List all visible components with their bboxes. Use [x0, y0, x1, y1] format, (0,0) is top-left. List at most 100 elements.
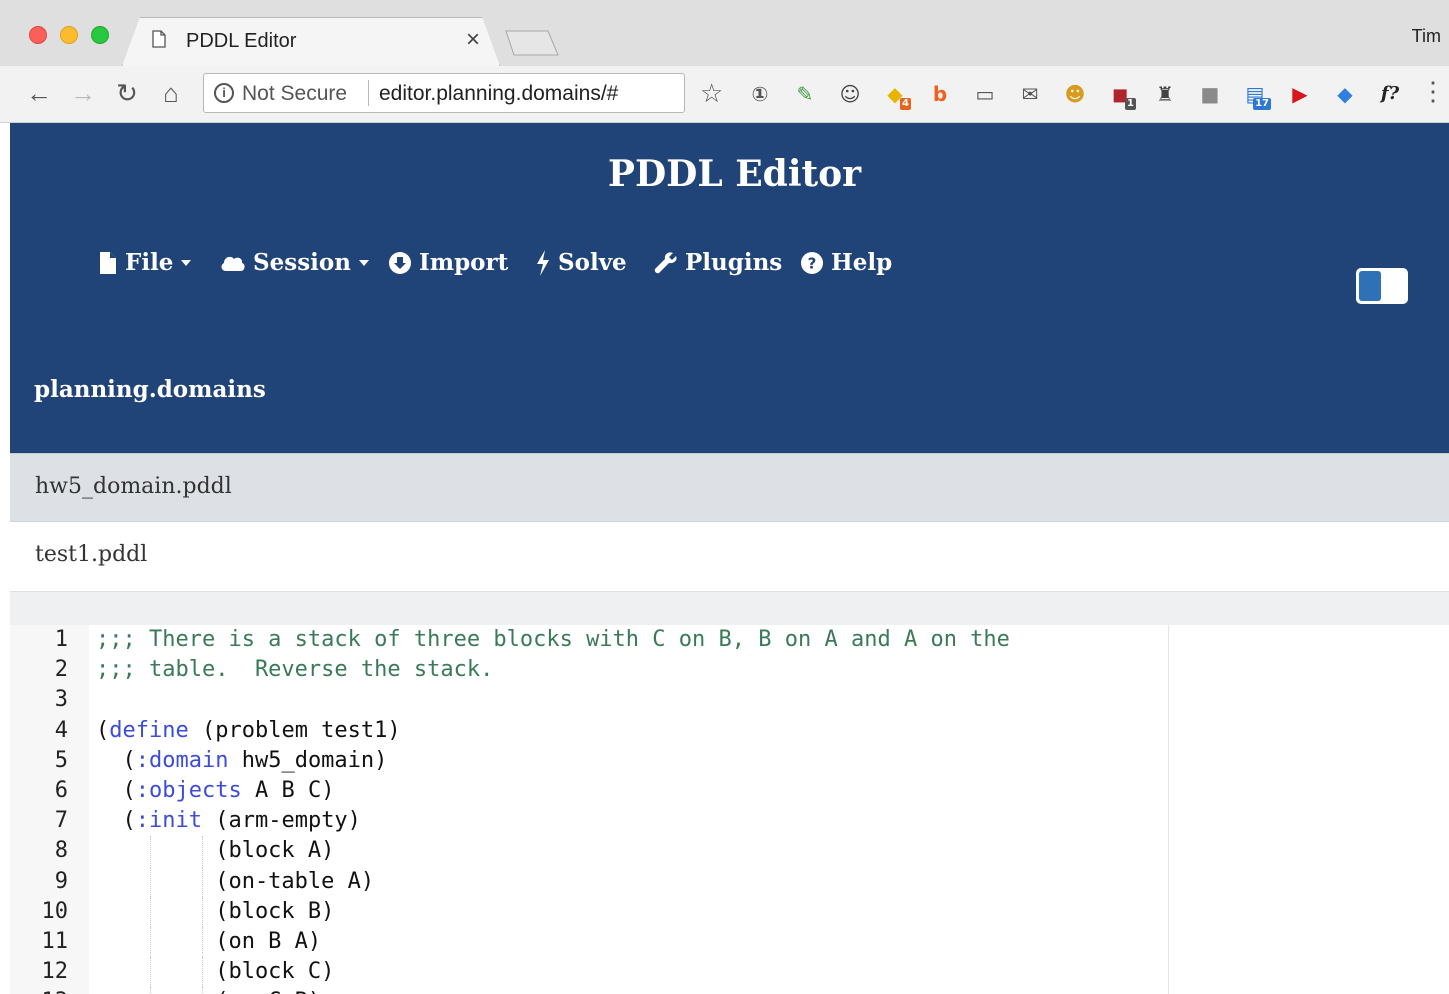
- import-icon: [389, 251, 411, 274]
- code-line: 9 (on-table A): [10, 866, 1160, 897]
- code-text: (block A): [96, 838, 335, 864]
- code-text: (block C): [96, 959, 335, 985]
- browser-tab-bar: PDDL Editor × Tim: [0, 0, 1449, 66]
- bookmark-star-icon[interactable]: ☆: [700, 78, 723, 109]
- close-window-button[interactable]: [29, 26, 47, 44]
- play-ext-icon[interactable]: ▶: [1288, 82, 1312, 106]
- code-text: (:domain hw5_domain): [96, 747, 388, 773]
- code-editor[interactable]: 1 ;;; There is a stack of three blocks wi…: [10, 625, 1449, 994]
- code-line: 3: [10, 685, 1160, 715]
- shield-ext-icon[interactable]: ◼ 1: [1108, 82, 1136, 110]
- evernote-icon[interactable]: ✎: [793, 82, 817, 106]
- menu-import-label: Import: [419, 249, 509, 276]
- menu-help-label: Help: [831, 249, 893, 276]
- omnibox-divider: [368, 80, 369, 106]
- code-text: (:init (arm-empty): [96, 808, 361, 834]
- browser-menu-icon[interactable]: ⋮: [1420, 76, 1446, 107]
- code-line: 6 (:objects A B C): [10, 776, 1160, 806]
- brand-link[interactable]: planning.domains: [34, 376, 266, 403]
- menu-file[interactable]: File: [98, 249, 192, 276]
- mail-icon[interactable]: ✉: [1018, 82, 1042, 106]
- line-number: 5: [54, 747, 68, 773]
- code-line: 8 (block A): [10, 836, 1160, 867]
- line-number: 6: [54, 778, 68, 803]
- menu-plugins-label: Plugins: [685, 249, 783, 276]
- bitly-icon[interactable]: b: [928, 82, 952, 106]
- calendar-ext-icon[interactable]: ▤ 17: [1243, 82, 1271, 110]
- line-number: 9: [54, 868, 68, 894]
- line-number: 11: [41, 929, 69, 954]
- back-arrow-icon[interactable]: ←: [24, 78, 54, 108]
- file-tab-hw5-domain[interactable]: hw5_domain.pddl: [10, 453, 1449, 522]
- tab-close-icon[interactable]: ×: [466, 26, 480, 54]
- indent-guide: [202, 957, 203, 988]
- new-tab-button[interactable]: [504, 30, 560, 56]
- home-icon[interactable]: ⌂: [156, 78, 186, 108]
- square-ext-icon[interactable]: ■: [1198, 82, 1222, 106]
- function-ext-icon[interactable]: f?: [1378, 82, 1402, 106]
- profile-name[interactable]: Tim: [1412, 26, 1441, 47]
- code-line: 13 (on C B): [10, 987, 1160, 994]
- cast-icon[interactable]: ▭: [973, 82, 997, 106]
- keep-icon[interactable]: ◆ 4: [883, 82, 911, 110]
- line-number: 2: [54, 657, 68, 683]
- print-margin: [1168, 625, 1169, 994]
- code-text: (:objects A B C): [96, 778, 335, 803]
- code-text: ;;; table. Reverse the stack.: [96, 657, 494, 683]
- menu-help[interactable]: ? Help: [800, 249, 892, 276]
- extension-badge: 4: [900, 98, 911, 110]
- indent-guide: [202, 866, 203, 897]
- graduation-ext-icon[interactable]: ◆: [1333, 82, 1357, 106]
- indent-guide: [150, 896, 151, 927]
- code-line: 7 (:init (arm-empty): [10, 806, 1160, 836]
- menu-file-label: File: [125, 249, 174, 276]
- menu-import[interactable]: Import: [388, 249, 508, 276]
- line-number: 7: [54, 808, 68, 834]
- dropdown-caret-icon: [358, 259, 369, 266]
- keyword-token: define: [109, 717, 189, 743]
- wrench-icon: [654, 251, 677, 273]
- address-bar[interactable]: i Not Secure editor.planning.domains/#: [203, 73, 685, 113]
- toggle-knob: [1359, 271, 1381, 301]
- face-icon[interactable]: ☻: [1063, 82, 1087, 106]
- menu-session[interactable]: Session: [220, 249, 369, 276]
- indent-guide: [202, 927, 203, 957]
- line-number: 3: [54, 687, 68, 713]
- indent-guide: [202, 987, 203, 994]
- reload-icon[interactable]: ↻: [112, 78, 142, 108]
- security-label[interactable]: Not Secure: [242, 82, 347, 106]
- code-line: 5 (:domain hw5_domain): [10, 746, 1160, 776]
- minimize-window-button[interactable]: [60, 26, 78, 44]
- code-line: 1 ;;; There is a stack of three blocks wi…: [10, 625, 1160, 655]
- forward-arrow-icon[interactable]: →: [68, 78, 98, 108]
- question-icon: ?: [801, 251, 823, 274]
- extension-badge: 1: [1125, 98, 1136, 110]
- browser-toolbar: ← → ↻ ⌂ i Not Secure editor.planning.dom…: [0, 66, 1449, 123]
- menu-plugins[interactable]: Plugins: [654, 249, 782, 276]
- bear-icon[interactable]: ☺: [838, 82, 862, 106]
- zoom-window-button[interactable]: [91, 26, 109, 44]
- code-text: (on B A): [96, 929, 322, 954]
- indent-guide: [150, 987, 151, 994]
- menu-session-label: Session: [253, 249, 351, 276]
- code-text: (on-table A): [96, 868, 375, 894]
- indent-guide: [202, 896, 203, 927]
- dropdown-caret-icon: [181, 259, 192, 266]
- line-number: 1: [54, 627, 68, 652]
- url-text[interactable]: editor.planning.domains/#: [379, 82, 618, 106]
- code-line: 2 ;;; table. Reverse the stack.: [10, 655, 1160, 685]
- code-text: (block B): [96, 898, 335, 924]
- 1password-icon[interactable]: ①: [748, 82, 772, 106]
- file-tab-test1[interactable]: test1.pddl: [10, 522, 1449, 591]
- svg-text:?: ?: [808, 254, 817, 272]
- spy-icon[interactable]: ♜: [1153, 82, 1177, 106]
- info-icon[interactable]: i: [214, 83, 234, 103]
- menu-solve[interactable]: Solve: [535, 249, 627, 276]
- page: PDDL Editor File Session Import Solve Pl…: [10, 123, 1449, 994]
- code-line: 11 (on B A): [10, 927, 1160, 957]
- extension-badge: 17: [1253, 98, 1271, 110]
- code-text: ;;; There is a stack of three blocks wit…: [96, 627, 1010, 652]
- line-number: 13: [10, 987, 69, 994]
- file-tab-label: hw5_domain.pddl: [35, 474, 232, 499]
- theme-toggle[interactable]: [1356, 268, 1408, 304]
